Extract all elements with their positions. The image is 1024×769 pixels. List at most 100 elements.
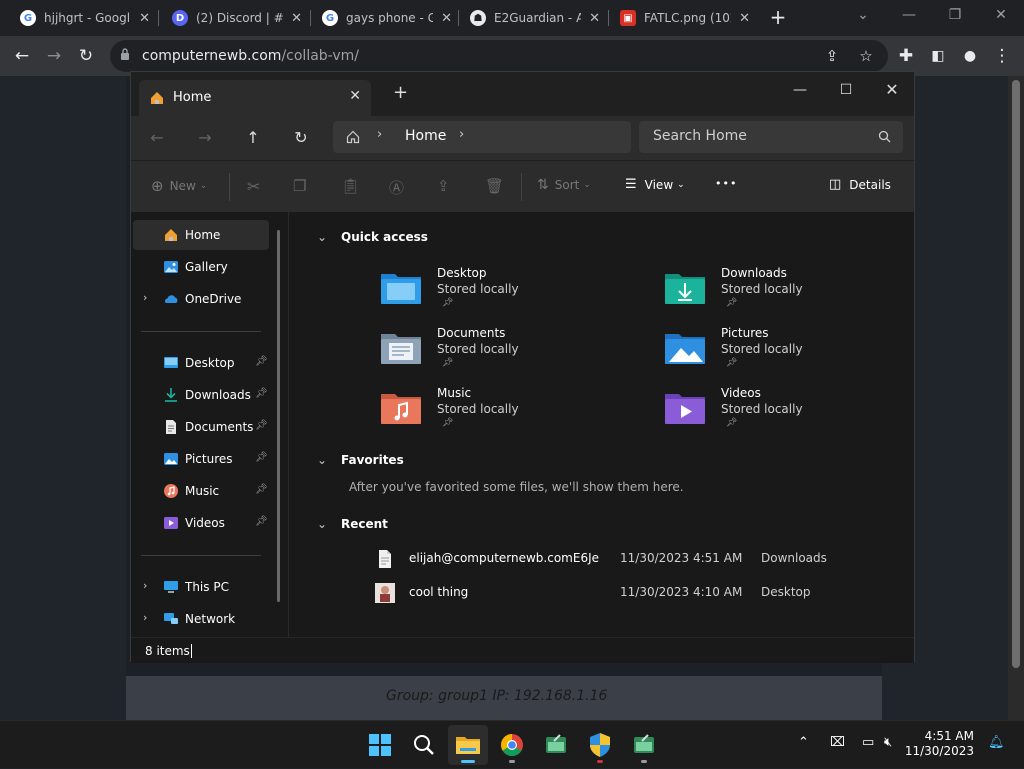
volume-muted-icon[interactable]: 🔇︎ [884, 735, 892, 750]
forward-icon[interactable]: → [42, 44, 66, 68]
delete-icon[interactable]: 🗑︎ [485, 177, 504, 195]
quick-access-pictures[interactable]: Pictures Stored locally 📌︎ [663, 326, 903, 376]
explorer-new-tab-button[interactable]: + [393, 84, 408, 102]
recent-file-row[interactable]: elijah@computernewb.comE6JeB... 11/30/20… [375, 547, 905, 571]
explorer-address-bar[interactable]: › Home › [333, 121, 631, 153]
close-window-icon[interactable]: ✕ [978, 0, 1024, 32]
explorer-tab-home[interactable]: Home ✕ [139, 80, 371, 116]
tab-close-icon[interactable]: ✕ [739, 11, 750, 26]
close-tab-icon[interactable]: ✕ [349, 88, 361, 104]
up-icon[interactable]: ↑ [241, 126, 265, 150]
display-icon[interactable]: ▭ [862, 735, 874, 750]
maximize-icon[interactable]: ❐ [932, 0, 978, 32]
quick-access-desktop[interactable]: Desktop Stored locally 📌︎ [379, 266, 619, 316]
quick-access-videos[interactable]: Videos Stored locally 📌︎ [663, 386, 903, 436]
browser-tab[interactable]: G gays phone - G ✕ [308, 0, 460, 36]
notification-bell-icon[interactable]: 🔔︎ [988, 735, 1005, 750]
profile-icon[interactable]: ● [958, 44, 982, 68]
file-icon [379, 550, 391, 568]
new-button[interactable]: ⊕ New ⌄ [151, 177, 207, 195]
copy-icon[interactable]: ❐ [293, 177, 306, 195]
section-favorites[interactable]: ⌄ Favorites [317, 453, 404, 467]
quick-access-downloads[interactable]: Downloads Stored locally 📌︎ [663, 266, 903, 316]
quick-access-documents[interactable]: Documents Stored locally 📌︎ [379, 326, 619, 376]
sidebar-item-pictures[interactable]: Pictures 📌︎ [133, 444, 269, 474]
taskbar-file-explorer[interactable] [448, 725, 488, 765]
start-button[interactable] [360, 725, 400, 765]
minimize-icon[interactable]: — [777, 76, 823, 106]
search-input[interactable]: Search Home [639, 121, 903, 153]
search-button[interactable] [404, 725, 444, 765]
expand-chevron-icon[interactable]: › [143, 611, 147, 624]
view-button[interactable]: ☰ View ⌄ [625, 177, 685, 192]
chevron-up-icon[interactable]: ⌃ [798, 735, 809, 750]
sidebar-item-downloads[interactable]: Downloads 📌︎ [133, 380, 269, 410]
tab-close-icon[interactable]: ✕ [441, 11, 452, 26]
maximize-icon[interactable]: ☐ [823, 76, 869, 106]
discord-icon: D [172, 10, 188, 26]
page-scrollbar[interactable] [1008, 76, 1024, 720]
back-icon[interactable]: ← [10, 44, 34, 68]
share-icon[interactable]: ⇪ [437, 177, 450, 195]
new-tab-button[interactable]: + [766, 6, 790, 30]
extensions-icon[interactable]: ✚ [894, 44, 918, 68]
address-bar[interactable]: computernewb.com/collab-vm/ ⇪ ☆ [110, 40, 888, 72]
tab-close-icon[interactable]: ✕ [291, 11, 302, 26]
sidebar-item-desktop[interactable]: Desktop 📌︎ [133, 348, 269, 378]
minimize-icon[interactable]: — [886, 0, 932, 32]
sidebar-item-music[interactable]: Music 📌︎ [133, 476, 269, 506]
tab-close-icon[interactable]: ✕ [139, 11, 150, 26]
expand-chevron-icon[interactable]: › [143, 579, 147, 592]
section-quick-access[interactable]: ⌄ Quick access [317, 230, 428, 244]
breadcrumb-home[interactable]: Home [405, 128, 446, 144]
scrollbar-thumb[interactable] [1012, 80, 1020, 668]
forward-icon[interactable]: → [193, 126, 217, 150]
close-window-icon[interactable]: ✕ [869, 76, 915, 106]
explorer-tab-title: Home [173, 90, 212, 105]
expand-chevron-icon[interactable]: › [143, 291, 147, 304]
tab-close-icon[interactable]: ✕ [589, 11, 600, 26]
network-disconnected-icon[interactable]: ⌧ [830, 735, 845, 750]
sidebar-item-home[interactable]: Home [133, 220, 269, 250]
refresh-icon[interactable]: ↻ [289, 126, 313, 150]
running-indicator [641, 760, 647, 763]
more-options-button[interactable]: ••• [715, 177, 737, 190]
share-icon[interactable]: ⇪ [820, 44, 844, 68]
sidebar-item-gallery[interactable]: Gallery [133, 252, 269, 282]
section-recent[interactable]: ⌄ Recent [317, 517, 388, 531]
rename-icon[interactable]: Ⓐ [389, 177, 404, 198]
back-icon[interactable]: ← [145, 126, 169, 150]
chevron-right-icon[interactable]: › [377, 127, 382, 142]
tab-search-icon[interactable]: ⌄ [840, 0, 886, 32]
browser-tab[interactable]: G hjjhgrt - Googl ✕ [6, 0, 158, 36]
sidebar-item-this-pc[interactable]: › This PC [133, 572, 269, 602]
sidebar-item-documents[interactable]: Documents 📌︎ [133, 412, 269, 442]
navigation-scrollbar[interactable] [277, 230, 280, 602]
chevron-down-icon: ⌄ [317, 453, 328, 467]
bookmark-star-icon[interactable]: ☆ [854, 44, 878, 68]
browser-tab[interactable]: D (2) Discord | #a ✕ [158, 0, 310, 36]
details-button[interactable]: ◫ Details [829, 177, 891, 192]
chevron-right-icon[interactable]: › [459, 127, 464, 142]
reload-icon[interactable]: ↻ [74, 44, 98, 68]
browser-tab[interactable]: ▣ FATLC.png (102 ✕ [606, 0, 758, 36]
taskbar-app[interactable] [624, 725, 664, 765]
recent-file-row[interactable]: cool thing 11/30/2023 4:10 AM Desktop [375, 581, 905, 605]
taskbar-chrome[interactable] [492, 725, 532, 765]
browser-tab[interactable]: ☗ E2Guardian - A ✕ [456, 0, 608, 36]
paste-icon[interactable]: 📋︎ [341, 177, 360, 195]
menu-icon[interactable]: ⋮ [990, 44, 1014, 68]
taskbar-security[interactable] [580, 725, 620, 765]
item-name: Music [437, 386, 472, 400]
clock[interactable]: 4:51 AM 11/30/2023 [904, 729, 974, 759]
quick-access-music[interactable]: Music Stored locally 📌︎ [379, 386, 619, 436]
taskbar-app[interactable] [536, 725, 576, 765]
sidebar-item-onedrive[interactable]: › OneDrive [133, 284, 269, 314]
sidebar-item-network[interactable]: › Network [133, 604, 269, 634]
cut-icon[interactable]: ✂ [247, 177, 260, 196]
side-panel-icon[interactable]: ◧ [926, 44, 950, 68]
clock-time: 4:51 AM [924, 729, 974, 743]
sidebar-item-label: Pictures [185, 452, 233, 466]
sort-button[interactable]: ⇅ Sort ⌄ [537, 177, 591, 193]
sidebar-item-videos[interactable]: Videos 📌︎ [133, 508, 269, 538]
